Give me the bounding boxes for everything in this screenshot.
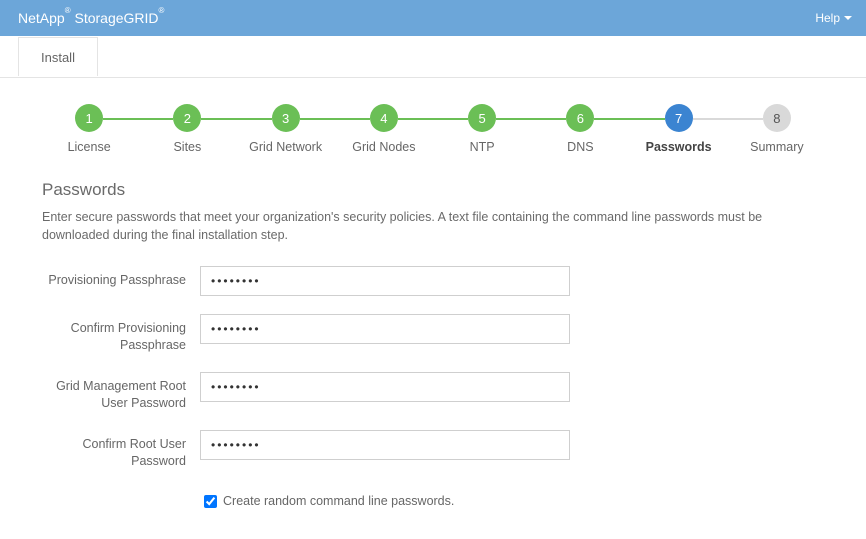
top-bar: NetApp® StorageGRID® Help: [0, 0, 866, 36]
step-ntp[interactable]: 5 NTP: [433, 104, 531, 154]
step-connector: [496, 118, 566, 120]
brand-prefix: NetApp: [18, 10, 65, 26]
step-connector: [201, 118, 271, 120]
step-number: 2: [173, 104, 201, 132]
label-root-password: Grid Management Root User Password: [42, 372, 200, 412]
tab-install[interactable]: Install: [18, 37, 98, 76]
label-provisioning-passphrase: Provisioning Passphrase: [42, 266, 200, 289]
step-connector: [300, 118, 370, 120]
row-provisioning-passphrase: Provisioning Passphrase: [42, 266, 824, 296]
step-number: 5: [468, 104, 496, 132]
step-license[interactable]: 1 License: [40, 104, 138, 154]
label-confirm-provisioning-passphrase: Confirm Provisioning Passphrase: [42, 314, 200, 354]
step-summary[interactable]: 8 Summary: [728, 104, 826, 154]
step-label: DNS: [531, 140, 629, 154]
step-number: 4: [370, 104, 398, 132]
brand-suffix: StorageGRID: [75, 10, 159, 26]
step-grid-nodes[interactable]: 4 Grid Nodes: [335, 104, 433, 154]
step-label: License: [40, 140, 138, 154]
step-passwords[interactable]: 7 Passwords: [630, 104, 728, 154]
step-number: 3: [272, 104, 300, 132]
step-number: 6: [566, 104, 594, 132]
label-confirm-root-password: Confirm Root User Password: [42, 430, 200, 470]
step-label: Grid Nodes: [335, 140, 433, 154]
step-dns[interactable]: 6 DNS: [531, 104, 629, 154]
stepper: 1 License 2 Sites 3 Grid Network 4 Grid …: [0, 78, 866, 168]
reg-mark-1: ®: [65, 6, 71, 15]
row-confirm-root-password: Confirm Root User Password: [42, 430, 824, 470]
reg-mark-2: ®: [159, 6, 165, 15]
label-random-passwords[interactable]: Create random command line passwords.: [223, 494, 454, 508]
help-menu[interactable]: Help: [815, 11, 852, 25]
step-connector: [594, 118, 664, 120]
step-number: 8: [763, 104, 791, 132]
content: Passwords Enter secure passwords that me…: [0, 168, 866, 539]
step-label: Sites: [138, 140, 236, 154]
step-label: Passwords: [630, 140, 728, 154]
input-provisioning-passphrase[interactable]: [200, 266, 570, 296]
page-description: Enter secure passwords that meet your or…: [42, 208, 824, 244]
input-confirm-root-password[interactable]: [200, 430, 570, 460]
step-number: 1: [75, 104, 103, 132]
checkbox-random-passwords[interactable]: [204, 495, 217, 508]
page-title: Passwords: [42, 180, 824, 200]
row-root-password: Grid Management Root User Password: [42, 372, 824, 412]
step-connector: [103, 118, 173, 120]
step-label: NTP: [433, 140, 531, 154]
chevron-down-icon: [844, 16, 852, 20]
step-grid-network[interactable]: 3 Grid Network: [237, 104, 335, 154]
row-random-passwords: Create random command line passwords.: [42, 488, 824, 511]
input-root-password[interactable]: [200, 372, 570, 402]
step-connector: [693, 118, 763, 120]
input-confirm-provisioning-passphrase[interactable]: [200, 314, 570, 344]
brand: NetApp® StorageGRID®: [18, 10, 164, 26]
help-label: Help: [815, 11, 840, 25]
step-sites[interactable]: 2 Sites: [138, 104, 236, 154]
tab-bar: Install: [0, 36, 866, 78]
step-connector: [398, 118, 468, 120]
step-label: Grid Network: [237, 140, 335, 154]
step-number: 7: [665, 104, 693, 132]
row-confirm-provisioning-passphrase: Confirm Provisioning Passphrase: [42, 314, 824, 354]
step-label: Summary: [728, 140, 826, 154]
